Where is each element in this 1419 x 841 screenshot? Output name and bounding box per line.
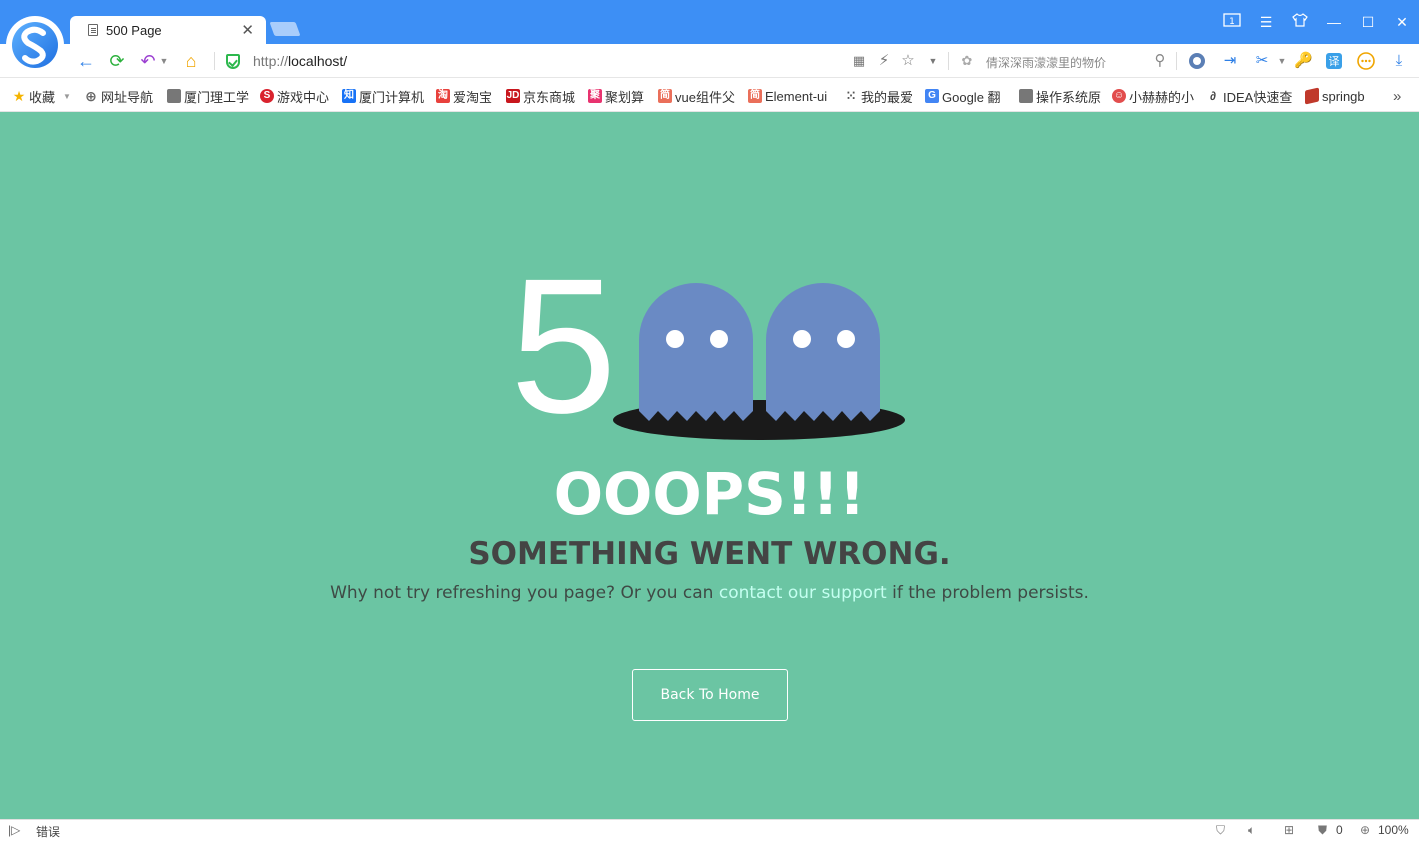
bookmark-item[interactable]: G Google 翻 [925, 87, 1001, 105]
back-icon[interactable]: ← [76, 51, 96, 71]
tab-list-icon[interactable]: 1 [1220, 12, 1244, 32]
tab-active[interactable]: 500 Page ✕ [70, 16, 266, 44]
window-close-icon[interactable]: ✕ [1390, 12, 1414, 32]
search-icon[interactable]: ⚲ [1151, 52, 1169, 70]
error-subheadline: SOMETHING WENT WRONG. [468, 536, 951, 572]
bookmark-item[interactable]: ☺ 小赫赫的小 [1112, 87, 1194, 105]
bookmark-item[interactable]: 操作系统原 [1019, 87, 1101, 105]
status-bar: |▷ 错误 ⛉ 🔈︎ ⊞ ⛊ 0 ⊕ 100% [0, 819, 1419, 841]
back-to-home-button[interactable]: Back To Home [632, 669, 788, 721]
bookmark-item[interactable]: 知厦门计算机 [342, 87, 424, 105]
zoom-icon[interactable]: ⊕ [1360, 823, 1370, 837]
jianshu-icon: 简 [658, 89, 672, 103]
svg-text:译: 译 [1329, 55, 1340, 68]
url-field[interactable]: http://localhost/ [253, 53, 347, 69]
undo-icon[interactable]: ↶ [138, 51, 158, 71]
bookmark-item[interactable]: 简 vue组件父 [658, 87, 735, 105]
bookmark-item[interactable]: ⁙ 我的最爱 [844, 87, 913, 105]
jianshu-icon: 简 [748, 89, 762, 103]
browser-logo[interactable] [6, 16, 64, 74]
error-headline: OOOPS!!! [553, 460, 866, 528]
contact-support-link[interactable]: contact our support [719, 583, 887, 603]
bookmark-star-icon[interactable]: ☆ [899, 52, 917, 70]
login-icon[interactable]: ⇥ [1221, 52, 1239, 70]
ghost-icon [766, 283, 880, 421]
chevron-down-icon: ▼ [63, 91, 71, 101]
zoom-level[interactable]: 100% [1378, 823, 1409, 837]
bookmark-item[interactable]: 简 Element-ui [748, 87, 827, 105]
dropdown-icon[interactable]: ▼ [924, 52, 942, 70]
avatar-icon: ☺ [1112, 89, 1126, 103]
bookmark-item[interactable]: S 游戏中心 [260, 87, 329, 105]
bookmark-item[interactable]: ⊕ 网址导航 [84, 87, 153, 105]
ghost-icon [639, 283, 753, 421]
qr-code-icon[interactable]: ▦ [850, 52, 868, 70]
security-shield-icon[interactable]: ⛉ [1216, 823, 1225, 838]
scala-icon [1305, 87, 1319, 105]
browser-title-bar: 500 Page ✕ 1 ☰ — ☐ ✕ [0, 0, 1419, 44]
baidu-paw-icon[interactable]: ✿ [958, 52, 976, 70]
translate-icon[interactable]: 译 [1325, 52, 1343, 70]
bookmarks-bar: ★ 收藏 ▼ ⊕ 网址导航 厦门理工学 S 游戏中心 知厦门计算机 淘爱淘宝 JD 京东商… [0, 78, 1419, 112]
taobao-icon: 淘 [436, 89, 450, 103]
maximize-icon[interactable]: ☐ [1356, 12, 1380, 32]
more-icon[interactable] [1357, 52, 1375, 70]
idea-icon: ∂ [1210, 89, 1216, 103]
home-icon[interactable]: ⌂ [181, 51, 201, 71]
apps-icon: ⁙ [845, 89, 857, 103]
juhuasuan-icon: 聚 [588, 89, 602, 103]
bookmark-item[interactable]: springb [1305, 87, 1365, 105]
svg-text:1: 1 [1229, 17, 1235, 27]
bookmark-item[interactable]: 淘爱淘宝 [436, 87, 492, 105]
menu-icon[interactable]: ☰ [1254, 12, 1278, 32]
doc-icon [1019, 89, 1033, 103]
search-input[interactable]: 倩深深雨濛濛里的物价 [986, 54, 1106, 71]
error-message: Why not try refreshing you page? Or you … [330, 583, 1089, 603]
reload-icon[interactable]: ⟳ [107, 51, 127, 71]
error-page: 5 OOOPS!!! SOMETHING WENT WRONG. Why not… [0, 112, 1419, 819]
more-bookmarks-icon[interactable]: » [1393, 87, 1401, 105]
globe-icon: ⊕ [85, 88, 97, 104]
minimize-icon[interactable]: — [1322, 12, 1346, 32]
bookmark-item[interactable]: 聚聚划算 [588, 87, 644, 105]
screenshot-scissors-icon[interactable]: ✂ [1253, 52, 1271, 70]
close-icon[interactable]: ✕ [241, 21, 254, 39]
status-text: 错误 [36, 825, 61, 839]
google-translate-icon: G [925, 89, 939, 103]
ad-block-count: 0 [1336, 823, 1343, 837]
sound-icon[interactable]: 🔈︎ [1248, 823, 1255, 838]
skin-icon[interactable] [1288, 12, 1312, 32]
lightning-icon[interactable]: ⚡ [875, 52, 893, 70]
download-icon[interactable]: ⤓ [1390, 52, 1408, 70]
tab-title: 500 Page [106, 23, 162, 38]
doc-icon [167, 89, 181, 103]
zhihu-icon: 知 [342, 89, 356, 103]
ad-block-icon[interactable]: ⛊ [1318, 823, 1327, 838]
key-icon[interactable]: 🔑 [1294, 52, 1313, 70]
screenshot-dropdown-icon[interactable]: ▼ [1273, 52, 1291, 70]
bookmark-item[interactable]: 厦门理工学 [167, 87, 249, 105]
star-icon: ★ [12, 88, 26, 104]
undo-dropdown-icon[interactable]: ▼ [158, 51, 170, 71]
new-tab-button[interactable] [269, 22, 301, 36]
speed-dial-icon[interactable] [1188, 52, 1206, 70]
secure-shield-icon[interactable] [226, 54, 240, 69]
page-icon [88, 24, 98, 36]
jd-icon: JD [506, 89, 520, 103]
sidebar-toggle-icon[interactable]: |▷ [8, 823, 20, 837]
address-bar: ← ⟳ ↶ ▼ ⌂ http://localhost/ ▦ ⚡ ☆ ▼ ✿ 倩深… [0, 44, 1419, 78]
bookmark-favorites[interactable]: ★ 收藏 ▼ [12, 87, 71, 105]
game-icon: S [260, 89, 274, 103]
bookmark-item[interactable]: JD 京东商城 [506, 87, 575, 105]
download-manager-icon[interactable]: ⊞ [1284, 823, 1294, 837]
bookmark-item[interactable]: ∂ IDEA快速查 [1206, 87, 1292, 105]
error-code-digit: 5 [510, 238, 617, 453]
